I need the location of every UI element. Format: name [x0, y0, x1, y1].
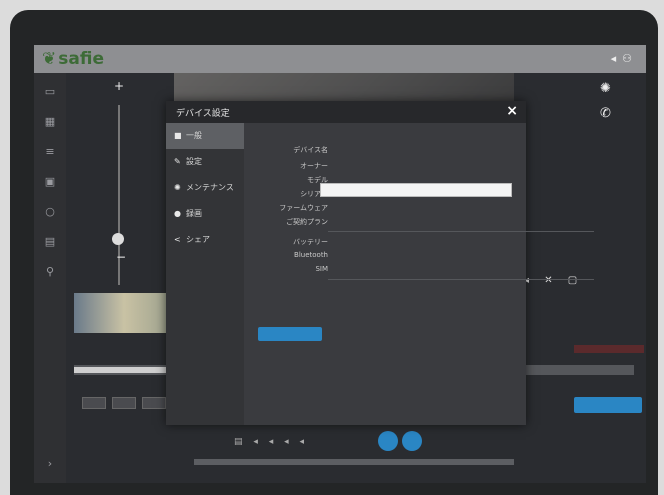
dialog-nav: ■ 一般 ✎ 設定 ✺ メンテナンス ● 録画 < シェア [166, 123, 244, 425]
zoom-slider-handle[interactable] [112, 233, 124, 245]
device-name-input[interactable] [320, 183, 512, 197]
phone-icon[interactable]: ✆ [600, 106, 611, 121]
playback-bar[interactable]: ▤ ◂ ◂ ◂ ◂ [234, 437, 308, 447]
time-button[interactable] [82, 397, 106, 409]
app-screen: ❦ safie ◂⚇ ▭ ▦ ≡ ▣ ○ ▤ ⚲ › + − ✺ ✆ ◂ ✕ ▢ … [34, 45, 646, 483]
dialog-body: デバイス名 オーナー モデル シリアル ファームウェア ご契約プラン バッテリー… [244, 123, 594, 425]
thumbnail-preview[interactable] [74, 293, 174, 333]
settings-icon[interactable]: ✺ [600, 81, 611, 96]
field-bluetooth: Bluetooth [244, 251, 526, 263]
nav-item-recording[interactable]: ● 録画 [166, 201, 244, 227]
export-button[interactable] [574, 397, 642, 413]
footer-info [194, 459, 514, 465]
camera-icon[interactable]: ▭ [43, 85, 57, 99]
sidebar: ▭ ▦ ≡ ▣ ○ ▤ ⚲ › [34, 73, 66, 483]
wrench-icon: ✎ [174, 157, 181, 166]
field-owner: オーナー [244, 161, 526, 173]
list-icon[interactable]: ≡ [43, 145, 57, 159]
safie-logo: ❦ safie [42, 49, 104, 69]
close-icon[interactable]: × [506, 103, 518, 119]
player-controls[interactable]: ◂ ✕ ▢ [524, 275, 583, 286]
time-button[interactable] [142, 397, 166, 409]
field-label: Bluetooth [294, 251, 328, 259]
nav-label: 設定 [186, 157, 202, 166]
field-firmware: ファームウェア [244, 203, 526, 215]
calendar-icon[interactable]: ▤ [43, 235, 57, 249]
device-settings-dialog: デバイス設定 × ■ 一般 ✎ 設定 ✺ メンテナンス ● 録画 < シェア デバイス名 … [166, 101, 594, 425]
field-label: ご契約プラン [286, 218, 328, 226]
nav-label: 一般 [186, 131, 202, 140]
field-label: デバイス名 [293, 146, 328, 154]
field-label: ファームウェア [279, 204, 328, 212]
time-range-buttons [82, 397, 172, 412]
dialog-title: デバイス設定 [176, 109, 230, 119]
field-label: バッテリー [293, 238, 328, 246]
grid-icon[interactable]: ▦ [43, 115, 57, 129]
field-label: SIM [315, 265, 328, 273]
nav-item-settings[interactable]: ✎ 設定 [166, 149, 244, 175]
nav-label: シェア [186, 235, 210, 244]
leaf-icon: ❦ [42, 49, 57, 69]
gear-icon: ✺ [174, 183, 181, 192]
notification-icon[interactable]: ◂ [611, 52, 623, 65]
person-icon[interactable]: ⚲ [43, 265, 57, 279]
divider [328, 231, 594, 232]
zoom-out-icon[interactable]: − [116, 250, 126, 264]
zoom-in-icon[interactable]: + [114, 79, 124, 93]
logo-text: safie [58, 49, 104, 69]
time-button[interactable] [112, 397, 136, 409]
field-plan: ご契約プラン [244, 217, 526, 229]
play-button[interactable] [378, 431, 398, 451]
field-device-name: デバイス名 [244, 145, 526, 157]
record-icon: ● [174, 209, 181, 218]
nav-label: メンテナンス [186, 183, 234, 192]
field-label: オーナー [300, 162, 328, 170]
right-tools: ✺ ✆ [600, 81, 611, 131]
event-marker [574, 345, 644, 353]
top-icons[interactable]: ◂⚇ [611, 52, 638, 65]
top-bar: ❦ safie ◂⚇ [34, 45, 646, 73]
user-icon[interactable]: ⚇ [622, 52, 638, 65]
share-icon: < [174, 235, 181, 244]
map-icon[interactable]: ▣ [43, 175, 57, 189]
primary-action-button[interactable] [258, 327, 322, 341]
search-icon[interactable]: ○ [43, 205, 57, 219]
info-icon: ■ [174, 131, 182, 140]
nav-item-share[interactable]: < シェア [166, 227, 244, 253]
divider [328, 279, 594, 280]
nav-item-general[interactable]: ■ 一般 [166, 123, 244, 149]
expand-icon[interactable]: › [43, 457, 57, 471]
field-battery: バッテリー [244, 237, 526, 249]
dialog-header: デバイス設定 × [166, 101, 526, 123]
nav-label: 録画 [186, 209, 202, 218]
live-button[interactable] [402, 431, 422, 451]
nav-item-maintenance[interactable]: ✺ メンテナンス [166, 175, 244, 201]
field-sim: SIM [244, 265, 526, 277]
